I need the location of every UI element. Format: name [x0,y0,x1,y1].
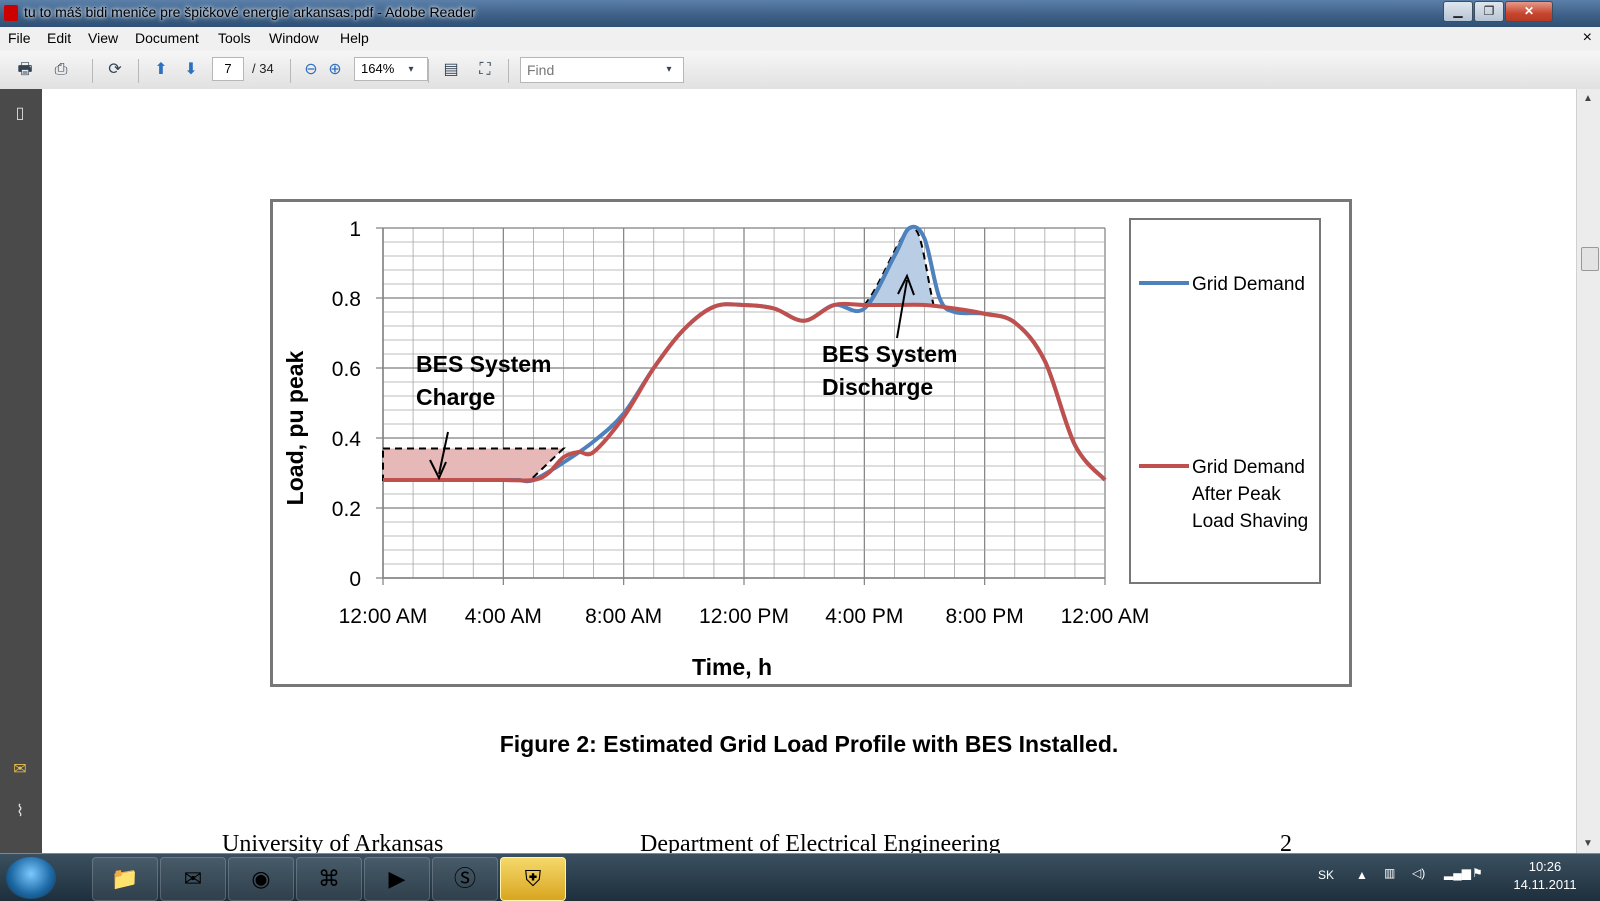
skype-taskbar-icon[interactable]: Ⓢ [432,857,498,901]
x-tick-label: 8:00 AM [585,605,662,628]
window-title: tu to máš bidi meniče pre špičkové energ… [24,4,476,20]
windows-taskbar: 📁 ✉ ◉ ⌘ ▶ Ⓢ ⛨ SK ▲ ▥ ◁) ▂▄▆ ⚑ 10:26 14.1… [0,853,1600,901]
legend-label-after-shaving: After Peak [1192,484,1281,505]
explorer-taskbar-icon[interactable]: 📁 [92,857,158,901]
find-dropdown-icon[interactable]: ▾ [658,59,680,81]
zoom-in-icon[interactable]: ⊕ [324,59,346,81]
clock-date: 14.11.2011 [1513,877,1577,892]
language-indicator[interactable]: SK [1318,868,1334,882]
signal-tray-icon[interactable]: ▂▄▆ [1444,866,1471,880]
document-page: 12:00 AM 4:00 AM 8:00 AM 12:00 PM 4:00 PM 8:0… [42,89,1576,853]
scrollbar-thumb[interactable] [1581,247,1599,271]
pdf-app-icon [4,5,18,21]
pages-icon[interactable]: ▯ [10,103,30,123]
figure-frame: 12:00 AM 4:00 AM 8:00 AM 12:00 PM 4:00 PM 8:0… [270,199,1352,687]
y-tick-label: 0.2 [332,498,361,521]
annotation-discharge-line1: BES System [822,341,958,367]
comments-icon[interactable]: ✉ [10,759,30,779]
media-player-taskbar-icon[interactable]: ▶ [364,857,430,901]
menu-edit[interactable]: Edit [47,30,71,46]
scroll-up-arrow-icon[interactable]: ▲ [1583,93,1593,104]
toolbar-separator [508,59,509,83]
x-tick-label: 4:00 PM [825,605,903,628]
page-total: / 34 [252,61,274,76]
navigation-panel: ▯ ✉ ⌇ [0,89,42,853]
toolbar-separator [92,59,93,83]
zoom-out-icon[interactable]: ⊖ [300,59,322,81]
legend-label-grid-demand: Grid Demand [1192,274,1305,295]
load-profile-chart: 12:00 AM 4:00 AM 8:00 AM 12:00 PM 4:00 PM 8:0… [282,218,1321,680]
clock-time: 10:26 [1528,859,1562,874]
page-number-input[interactable]: 7 [212,57,244,81]
scroll-down-arrow-icon[interactable]: ▼ [1583,838,1593,849]
action-center-flag-icon[interactable]: ⚑ [1472,866,1483,880]
x-axis-title: Time, h [692,654,772,680]
chrome-taskbar-icon[interactable]: ◉ [228,857,294,901]
close-button[interactable]: ✕ [1505,1,1553,22]
annotation-discharge-line2: Discharge [822,374,933,400]
window-titlebar[interactable]: tu to máš bidi meniče pre špičkové energ… [0,0,1600,27]
footer-department: Department of Electrical Engineering [640,831,1001,853]
menu-tools[interactable]: Tools [218,30,251,46]
print-icon[interactable]: 🖶 [14,59,36,81]
fit-width-icon[interactable]: ▤ [440,59,462,81]
annotation-charge-line2: Charge [416,384,495,410]
show-hidden-icons-icon[interactable]: ▲ [1356,868,1368,882]
x-tick-label: 12:00 AM [339,605,428,628]
fit-page-icon[interactable]: ⛶ [474,59,496,81]
y-tick-label: 0 [349,568,361,591]
annotation-charge-line1: BES System [416,351,552,377]
menu-help[interactable]: Help [340,30,369,46]
toolbar-separator [290,59,291,83]
printer-dropdown-icon[interactable]: ⎙ [50,59,72,81]
menu-bar: File Edit View Document Tools Window Hel… [0,27,1600,51]
y-tick-label: 0.8 [332,288,361,311]
y-axis-title: Load, pu peak [282,350,308,505]
legend-label-after-shaving: Load Shaving [1192,511,1308,532]
minimize-button[interactable]: ▁ [1443,1,1473,22]
menu-window[interactable]: Window [269,30,319,46]
vertical-scrollbar[interactable]: ▲ ▼ [1576,89,1600,853]
x-tick-label: 12:00 AM [1061,605,1150,628]
toolbar: 🖶 ⎙ ⟳ ⬆ ⬇ 7 / 34 ⊖ ⊕ 164% ▾ ▤ ⛶ Find ▾ [0,51,1600,90]
cut-off-text-line [210,89,1110,95]
close-document-icon[interactable]: × [1583,29,1592,47]
footer-university: University of Arkansas [222,831,444,853]
legend-label-after-shaving: Grid Demand [1192,457,1305,478]
adobe-reader-taskbar-icon[interactable]: ⌘ [296,857,362,901]
maximize-button[interactable]: ❐ [1474,1,1504,22]
toolbar-separator [428,59,429,83]
outlook-taskbar-icon[interactable]: ✉ [160,857,226,901]
taskbar-clock[interactable]: 10:26 14.11.2011 [1500,858,1590,894]
share-icon[interactable]: ⟳ [104,59,126,81]
toolbar-separator [138,59,139,83]
menu-document[interactable]: Document [135,30,199,46]
menu-view[interactable]: View [88,30,118,46]
start-button[interactable] [6,857,56,899]
attachments-icon[interactable]: ⌇ [10,801,30,821]
menu-file[interactable]: File [8,30,31,46]
figure-caption: Figure 2: Estimated Grid Load Profile wi… [499,731,1119,757]
footer-page-number: 2 [1280,831,1292,853]
x-tick-label: 4:00 AM [465,605,542,628]
network-tray-icon[interactable]: ▥ [1384,866,1395,880]
y-tick-label: 0.6 [332,358,361,381]
x-tick-label: 12:00 PM [699,605,789,628]
x-tick-label: 8:00 PM [946,605,1024,628]
y-tick-label: 1 [349,218,361,241]
zoom-dropdown-icon[interactable]: ▾ [400,59,422,81]
charge-region-area [382,447,567,481]
y-tick-label: 0.4 [332,428,362,451]
security-taskbar-icon[interactable]: ⛨ [500,857,566,901]
previous-page-icon[interactable]: ⬆ [150,59,172,81]
volume-tray-icon[interactable]: ◁) [1412,866,1425,880]
next-page-icon[interactable]: ⬇ [180,59,202,81]
